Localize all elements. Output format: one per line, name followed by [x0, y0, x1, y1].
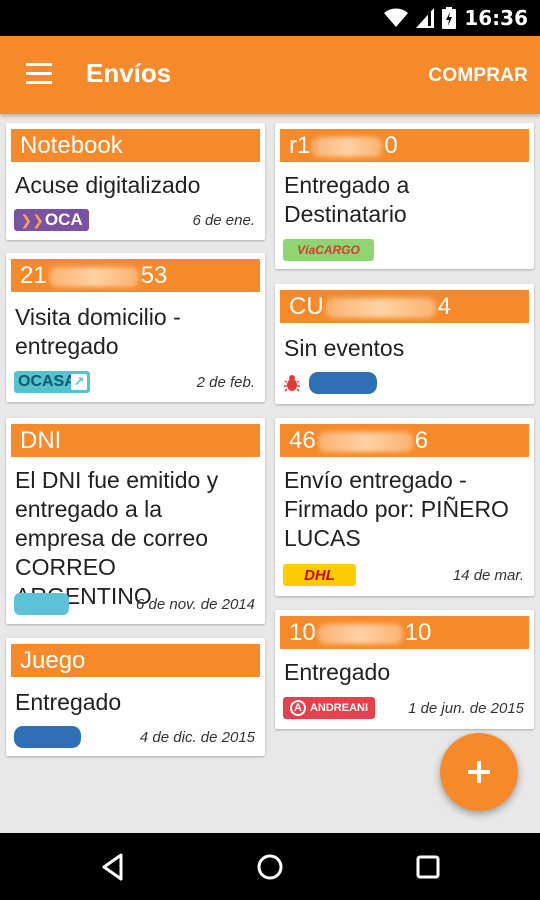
card-date: 6 de ene.	[192, 212, 255, 229]
navigation-bar	[0, 833, 540, 900]
card-status: Entregado a Destinatario	[284, 172, 410, 227]
correo-argentino-logo	[14, 593, 69, 615]
oca-logo: ❯❯ OCA	[14, 209, 89, 231]
card-title: 46 6	[280, 424, 529, 457]
card-title: DNI	[11, 424, 260, 457]
plus-icon	[468, 761, 490, 783]
shipment-card[interactable]: r1 0 Entregado a Destinatario VíaCARGO	[275, 123, 534, 269]
card-footer: 4 de dic. de 2015	[14, 726, 257, 748]
card-status: Envío entregado - Firmado por: PIÑERO LU…	[284, 467, 509, 551]
card-footer: DHL 14 de mar.	[283, 564, 526, 586]
card-date: 2 de feb.	[196, 374, 255, 391]
card-footer	[283, 372, 526, 394]
shipment-card[interactable]: CU 4 Sin eventos	[275, 284, 534, 404]
menu-icon[interactable]	[26, 63, 54, 85]
redacted-text	[48, 266, 139, 287]
battery-icon	[442, 7, 457, 29]
card-status: Visita domicilio - entregado	[15, 304, 181, 359]
card-date: 14 de mar.	[452, 567, 524, 584]
recents-icon[interactable]	[412, 851, 444, 883]
card-title: Juego	[11, 644, 260, 677]
card-status: Acuse digitalizado	[15, 172, 201, 198]
card-status: Entregado	[284, 659, 391, 685]
card-title: 10 10	[280, 616, 529, 649]
card-title: r1 0	[280, 129, 529, 162]
buy-button[interactable]: COMPRAR	[428, 65, 528, 87]
back-icon[interactable]	[97, 851, 129, 883]
card-status: El DNI fue emitido y entregado a la empr…	[15, 467, 219, 609]
shipment-card[interactable]: 10 10 Entregado A ANDREANI 1 de jun. de 20…	[275, 610, 534, 729]
andreani-logo: A ANDREANI	[283, 697, 375, 719]
status-icons: 16:36	[384, 6, 528, 30]
status-time: 16:36	[464, 6, 528, 30]
redacted-text	[325, 297, 436, 318]
correo-argentino-logo	[14, 726, 81, 748]
redacted-text	[312, 136, 383, 157]
card-title: 21 53	[11, 259, 260, 292]
add-shipment-button[interactable]	[440, 733, 518, 811]
card-title: CU 4	[280, 290, 529, 323]
shipment-card[interactable]: Notebook Acuse digitalizado ❯❯ OCA 6 de e…	[6, 123, 265, 240]
ocasa-logo: OCASA ↗	[14, 371, 90, 393]
card-footer: A ANDREANI 1 de jun. de 2015	[283, 697, 526, 719]
card-footer: OCASA ↗ 2 de feb.	[14, 371, 257, 393]
status-bar: 16:36	[0, 0, 540, 36]
signal-icon	[416, 8, 435, 28]
home-icon[interactable]	[254, 851, 286, 883]
shipment-card[interactable]: 21 53 Visita domicilio - entregado OCASA ↗…	[6, 253, 265, 402]
bug-icon	[284, 375, 300, 392]
redacted-text	[317, 431, 413, 452]
card-footer: ❯❯ OCA 6 de ene.	[14, 209, 257, 231]
card-footer: VíaCARGO	[283, 239, 526, 261]
app-bar: Envíos COMPRAR	[0, 36, 540, 114]
card-status: Entregado	[15, 689, 122, 715]
card-status: Sin eventos	[284, 335, 405, 361]
card-date: 6 de nov. de 2014	[136, 596, 255, 613]
card-title: Notebook	[11, 129, 260, 162]
card-footer: 6 de nov. de 2014	[14, 593, 257, 615]
via-cargo-logo: VíaCARGO	[283, 239, 374, 261]
shipment-card[interactable]: DNI El DNI fue emitido y entregado a la …	[6, 418, 265, 624]
app-title: Envíos	[86, 58, 172, 88]
card-date: 1 de jun. de 2015	[408, 700, 524, 717]
redacted-text	[317, 623, 403, 644]
shipment-card[interactable]: 46 6 Envío entregado - Firmado por: PIÑER…	[275, 418, 534, 596]
card-date: 4 de dic. de 2015	[139, 729, 255, 746]
correo-argentino-logo	[309, 372, 377, 394]
shipment-card[interactable]: Juego Entregado 4 de dic. de 2015	[6, 638, 265, 756]
dhl-logo: DHL	[283, 564, 356, 586]
wifi-icon	[384, 8, 409, 27]
